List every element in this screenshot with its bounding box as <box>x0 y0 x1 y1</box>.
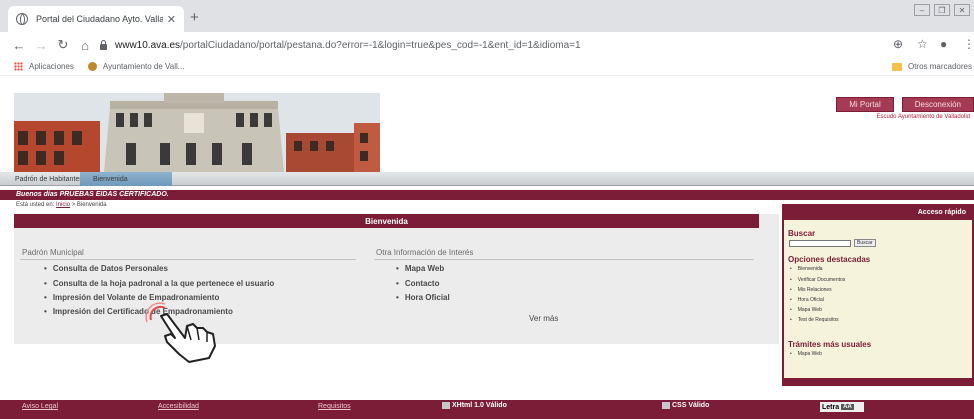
font-size-control[interactable]: Letra AA <box>820 402 864 412</box>
sidebar-item-verificar[interactable]: Verificar Documentos <box>790 277 846 283</box>
divider <box>20 259 356 260</box>
xhtml-badge[interactable]: XHtml 1.0 Válido <box>442 402 507 409</box>
address-bar[interactable]: www10.ava.es/portalCiudadano/portal/pest… <box>100 35 880 55</box>
bookmarks-bar: Aplicaciones Ayuntamiento de Vall... Otr… <box>0 58 974 76</box>
profile-icon[interactable]: ● <box>940 37 947 51</box>
globe-icon <box>16 13 28 25</box>
browser-tab[interactable]: Portal del Ciudadano Ayto. Vallado... ✕ <box>8 6 184 32</box>
footer-aviso-legal[interactable]: Aviso Legal <box>22 403 58 410</box>
footer-requisitos[interactable]: Requisitos <box>318 403 351 410</box>
search-button[interactable]: Buscar <box>854 239 876 247</box>
home-icon[interactable]: ⌂ <box>74 38 96 53</box>
padron-section-title: Padrón Municipal <box>22 248 84 257</box>
site-tabs-bar: Padrón de Habitantes Bienvenida <box>0 172 974 186</box>
main-panel: Bienvenida Padrón Municipal Consulta de … <box>14 214 779 344</box>
footer: Aviso Legal Accesibilidad Requisitos XHt… <box>0 400 974 419</box>
star-icon[interactable]: ☆ <box>917 37 928 51</box>
sidebar-item-relaciones[interactable]: Mis Relaciones <box>790 287 832 293</box>
link-consulta-hoja[interactable]: Consulta de la hoja padronal a la que pe… <box>44 279 274 288</box>
footer-accesibilidad[interactable]: Accesibilidad <box>158 403 199 410</box>
folder-icon <box>891 62 902 71</box>
sidebar-item-bienvenida[interactable]: Bienvenida <box>790 266 823 272</box>
greeting-text: Buenos días PRUEBAS EIDAS CERTIFICADO. <box>16 191 169 198</box>
bookmark-ayuntamiento[interactable]: Ayuntamiento de Vall... <box>87 62 184 71</box>
window-controls: – ❐ ✕ <box>914 4 970 16</box>
window-close-icon[interactable]: ✕ <box>954 4 970 16</box>
link-contacto[interactable]: Contacto <box>396 279 440 288</box>
seal-icon <box>87 62 97 71</box>
sidebar-item-test[interactable]: Test de Requisitos <box>790 317 839 323</box>
url-text: www10.ava.es/portalCiudadano/portal/pest… <box>115 39 581 51</box>
quick-access-sidebar: Acceso rápido Buscar Buscar Opciones des… <box>782 204 974 386</box>
desconexion-button[interactable]: Desconexión <box>901 97 974 112</box>
browser-tab-title: Portal del Ciudadano Ayto. Vallado... <box>36 14 163 24</box>
breadcrumb-home-link[interactable]: Inicio <box>56 202 70 208</box>
link-mapa-web[interactable]: Mapa Web <box>396 264 444 273</box>
link-consulta-datos[interactable]: Consulta de Datos Personales <box>44 264 168 273</box>
otra-section-title: Otra Información de Interés <box>376 248 474 257</box>
tramites-title: Trámites más usuales <box>788 340 872 349</box>
divider <box>374 259 754 260</box>
header-subtitle: Escudo Ayuntamiento de Valladolid <box>876 114 970 120</box>
destacadas-title: Opciones destacadas <box>788 255 871 264</box>
other-bookmarks[interactable]: Otros marcadores <box>891 62 972 71</box>
forward-icon[interactable]: → <box>30 38 52 53</box>
sidebar-item-mapa[interactable]: Mapa Web <box>790 307 822 313</box>
link-hora-oficial[interactable]: Hora Oficial <box>396 293 450 302</box>
greeting-bar: Buenos días PRUEBAS EIDAS CERTIFICADO. <box>0 190 974 200</box>
restore-icon[interactable]: ❐ <box>934 4 950 16</box>
breadcrumb: Está usted en: Inicio > Bienvenida <box>16 202 107 208</box>
search-title: Buscar <box>788 229 816 238</box>
hand-cursor-icon <box>145 302 216 363</box>
ver-mas-link[interactable]: Ver más <box>529 314 558 323</box>
lock-icon <box>100 39 107 50</box>
screenshot: Portal del Ciudadano Ayto. Vallado... ✕ … <box>0 0 974 419</box>
minimize-icon[interactable]: – <box>914 4 930 16</box>
mi-portal-button[interactable]: Mi Portal <box>836 97 894 112</box>
browser-toolbar: ← → ↻ ⌂ www10.ava.es/portalCiudadano/por… <box>0 32 974 58</box>
css-badge[interactable]: CSS Válido <box>662 402 709 409</box>
back-icon[interactable]: ← <box>8 38 30 53</box>
new-tab-icon[interactable]: + <box>190 9 199 26</box>
bookmark-apps[interactable]: Aplicaciones <box>14 62 74 71</box>
tab-padron[interactable]: Padrón de Habitantes <box>12 172 86 186</box>
badge-icon <box>442 402 450 409</box>
apps-grid-icon <box>14 62 23 71</box>
page-title: Bienvenida <box>14 214 759 228</box>
sidebar-item-tramite-mapa[interactable]: Mapa Web <box>790 351 822 357</box>
badge-icon <box>662 402 670 409</box>
search-input[interactable] <box>789 240 851 247</box>
menu-icon[interactable]: ⋮ <box>963 37 974 51</box>
link-volante[interactable]: Impresión del Volante de Empadronamiento <box>44 293 220 302</box>
zoom-icon[interactable]: ⊕ <box>893 37 903 51</box>
close-icon[interactable]: ✕ <box>167 13 176 26</box>
tab-bienvenida[interactable]: Bienvenida <box>80 172 172 186</box>
reload-icon[interactable]: ↻ <box>52 37 74 53</box>
city-hall-banner <box>14 93 380 172</box>
sidebar-item-hora[interactable]: Hora Oficial <box>790 297 824 303</box>
browser-tabstrip: Portal del Ciudadano Ayto. Vallado... ✕ … <box>0 0 974 32</box>
sidebar-header: Acceso rápido <box>784 204 972 220</box>
header-buttons: Mi Portal Desconexión <box>836 97 974 112</box>
